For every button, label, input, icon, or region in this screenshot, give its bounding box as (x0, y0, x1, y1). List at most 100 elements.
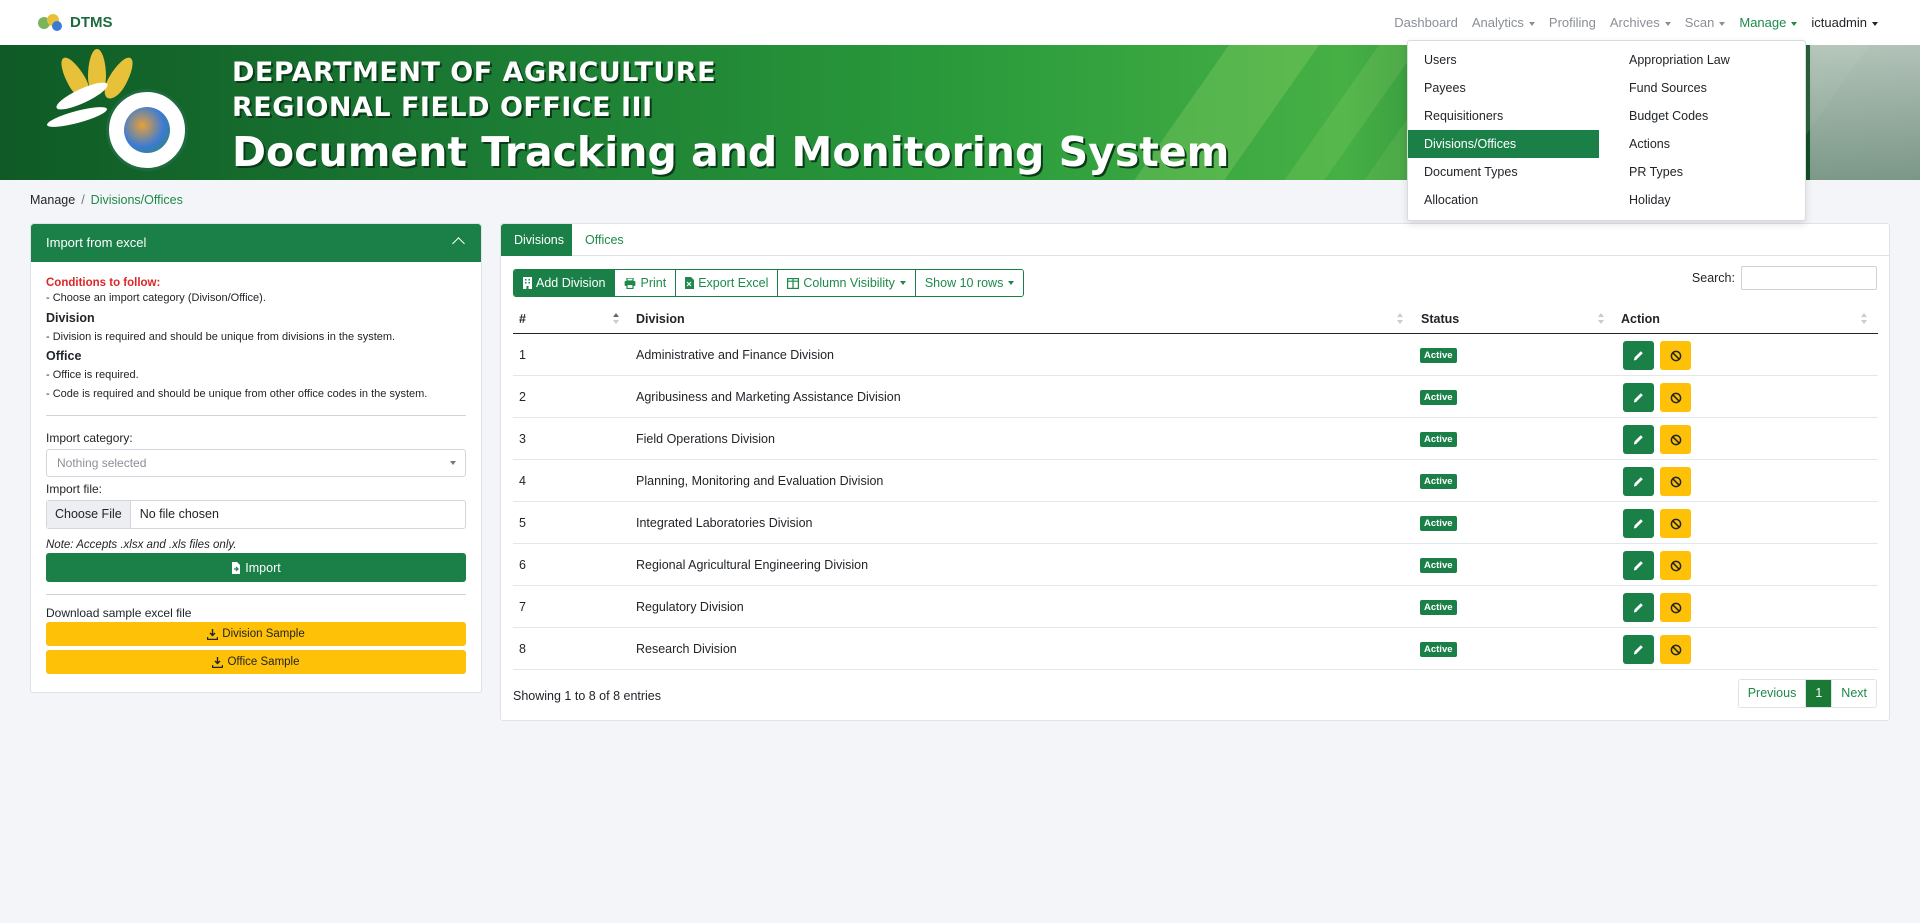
show-rows-button[interactable]: Show 10 rows (914, 270, 1024, 296)
ban-icon (1670, 392, 1682, 404)
table-row: 3 Field Operations Division Active (513, 418, 1878, 460)
deactivate-button[interactable] (1660, 509, 1691, 538)
pencil-icon (1633, 434, 1644, 445)
breadcrumb-parent[interactable]: Manage (30, 193, 75, 207)
sort-icon[interactable] (1598, 313, 1604, 325)
sort-asc-icon[interactable] (613, 313, 619, 325)
search-input[interactable] (1741, 266, 1877, 290)
import-card-header[interactable]: Import from excel (31, 224, 481, 262)
pagination-next[interactable]: Next (1831, 680, 1876, 707)
menu-item-allocation[interactable]: Allocation (1408, 186, 1598, 214)
deactivate-button[interactable] (1660, 425, 1691, 454)
deactivate-button[interactable] (1660, 383, 1691, 412)
sort-icon[interactable] (1397, 313, 1403, 325)
import-category-select[interactable]: Nothing selected (46, 449, 466, 477)
menu-item-budget-codes[interactable]: Budget Codes (1613, 102, 1803, 130)
edit-button[interactable] (1623, 383, 1654, 412)
caret-down-icon (1528, 21, 1535, 26)
chevron-up-icon[interactable] (452, 237, 465, 250)
menu-item-divisions-offices[interactable]: Divisions/Offices (1408, 130, 1599, 158)
print-label: Print (640, 276, 667, 290)
tab-divisions[interactable]: Divisions (501, 224, 572, 256)
table-row: 4 Planning, Monitoring and Evaluation Div… (513, 460, 1878, 502)
row-division-name: Administrative and Finance Division (636, 348, 835, 362)
edit-button[interactable] (1623, 467, 1654, 496)
brand-name: DTMS (70, 13, 113, 31)
import-file-input[interactable]: Choose File No file chosen (46, 500, 466, 529)
edit-button[interactable] (1623, 425, 1654, 454)
choose-file-button[interactable]: Choose File (47, 501, 131, 528)
building-icon (523, 277, 532, 289)
pagination-previous[interactable]: Previous (1738, 680, 1806, 707)
sort-icon[interactable] (1861, 313, 1867, 325)
column-header-number[interactable]: # (519, 304, 526, 334)
file-note: Note: Accepts .xlsx and .xls files only. (46, 539, 237, 551)
breadcrumb-current: Divisions/Offices (90, 193, 183, 207)
edit-button[interactable] (1623, 509, 1654, 538)
deactivate-button[interactable] (1660, 635, 1691, 664)
menu-item-actions[interactable]: Actions (1613, 130, 1803, 158)
brand[interactable]: DTMS (38, 12, 113, 32)
office-sample-label: Office Sample (227, 656, 300, 668)
deactivate-button[interactable] (1660, 593, 1691, 622)
export-excel-button[interactable]: Export Excel (675, 270, 778, 296)
ban-icon (1670, 560, 1682, 572)
menu-item-holiday[interactable]: Holiday (1613, 186, 1803, 214)
pagination-page[interactable]: 1 (1805, 680, 1832, 707)
nav-profiling[interactable]: Profiling (1549, 15, 1596, 30)
deactivate-button[interactable] (1660, 551, 1691, 580)
deactivate-button[interactable] (1660, 341, 1691, 370)
menu-item-payees[interactable]: Payees (1408, 74, 1598, 102)
pencil-icon (1633, 518, 1644, 529)
menu-item-pr-types[interactable]: PR Types (1613, 158, 1803, 186)
row-number: 1 (519, 348, 526, 362)
table-row: 6 Regional Agricultural Engineering Divis… (513, 544, 1878, 586)
nav-scan[interactable]: Scan (1685, 15, 1726, 30)
download-icon (212, 656, 224, 668)
condition-choose: - Choose an import category (Divison/Off… (46, 292, 266, 304)
ban-icon (1670, 644, 1682, 656)
table-row: 7 Regulatory Division Active (513, 586, 1878, 628)
column-header-division[interactable]: Division (636, 304, 685, 334)
menu-item-fund-sources[interactable]: Fund Sources (1613, 74, 1803, 102)
column-header-action[interactable]: Action (1621, 304, 1660, 334)
ban-icon (1670, 476, 1682, 488)
nav-manage[interactable]: Manage (1739, 15, 1798, 30)
import-card-title: Import from excel (46, 235, 147, 250)
download-icon (207, 628, 219, 640)
menu-item-requisitioners[interactable]: Requisitioners (1408, 102, 1598, 130)
columns-icon (787, 277, 800, 289)
row-division-name: Regional Agricultural Engineering Divisi… (636, 558, 869, 572)
menu-item-users[interactable]: Users (1408, 46, 1598, 74)
caret-down-icon (1664, 21, 1671, 26)
edit-button[interactable] (1623, 635, 1654, 664)
status-badge: Active (1420, 474, 1457, 489)
nav-analytics[interactable]: Analytics (1472, 15, 1535, 30)
sample-label: Download sample excel file (46, 606, 192, 620)
search-label: Search: (1691, 271, 1735, 285)
print-button[interactable]: Print (614, 270, 676, 296)
breadcrumb: Manage / Divisions/Offices (30, 193, 183, 207)
office-sample-button[interactable]: Office Sample (46, 650, 466, 674)
add-division-button[interactable]: Add Division (514, 270, 615, 296)
nav-user-menu[interactable]: ictuadmin (1811, 15, 1878, 30)
import-button-label: Import (245, 560, 281, 575)
import-button[interactable]: Import (46, 553, 466, 582)
division-sample-button[interactable]: Division Sample (46, 622, 466, 646)
tab-offices[interactable]: Offices (572, 224, 637, 256)
edit-button[interactable] (1623, 551, 1654, 580)
column-header-status[interactable]: Status (1421, 304, 1459, 334)
ban-icon (1670, 518, 1682, 530)
edit-button[interactable] (1623, 341, 1654, 370)
ban-icon (1670, 434, 1682, 446)
nav-dashboard[interactable]: Dashboard (1394, 15, 1458, 30)
division-sample-label: Division Sample (222, 628, 305, 640)
deactivate-button[interactable] (1660, 467, 1691, 496)
pagination: Previous 1 Next (1737, 679, 1877, 708)
nav-archives[interactable]: Archives (1610, 15, 1671, 30)
menu-item-appropriation-law[interactable]: Appropriation Law (1613, 46, 1803, 74)
row-division-name: Integrated Laboratories Division (636, 516, 813, 530)
column-visibility-button[interactable]: Column Visibility (777, 270, 915, 296)
edit-button[interactable] (1623, 593, 1654, 622)
menu-item-document-types[interactable]: Document Types (1408, 158, 1598, 186)
